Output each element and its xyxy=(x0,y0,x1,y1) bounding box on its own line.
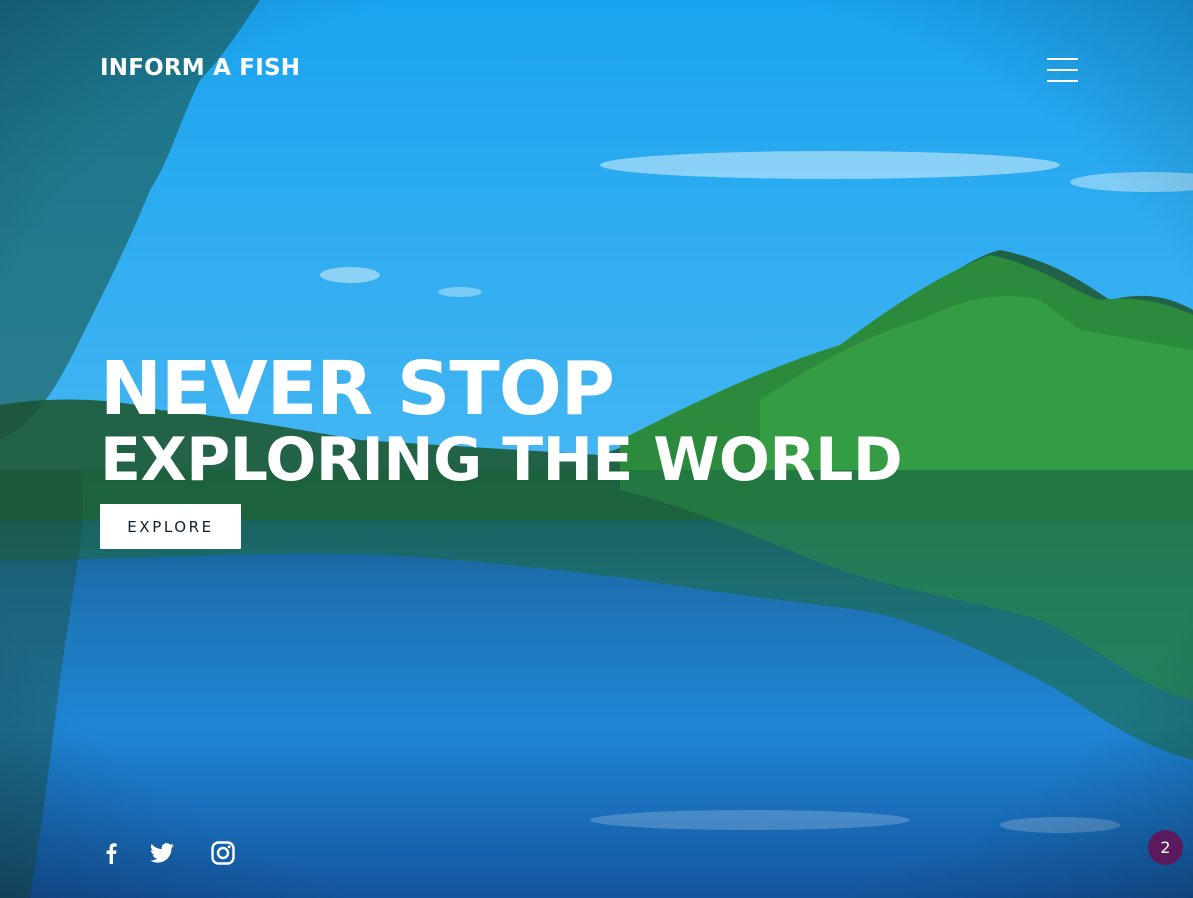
menu-line xyxy=(1047,58,1078,60)
menu-line xyxy=(1047,69,1078,71)
hero-headline-line2: EXPLORING THE WORLD xyxy=(100,425,903,495)
twitter-icon[interactable] xyxy=(149,839,175,867)
site-logo[interactable]: INFORM A FISH xyxy=(100,55,300,81)
hero-section: INFORM A FISH NEVER STOP EXPLORING THE W… xyxy=(0,0,1193,898)
instagram-icon[interactable] xyxy=(210,839,236,867)
hamburger-menu-icon[interactable] xyxy=(1047,58,1079,82)
hero-headline-line1: NEVER STOP xyxy=(100,346,615,432)
menu-line xyxy=(1047,80,1078,82)
notification-badge[interactable]: 2 xyxy=(1148,830,1183,865)
explore-button[interactable]: EXPLORE xyxy=(100,504,241,549)
facebook-icon[interactable] xyxy=(100,839,122,867)
